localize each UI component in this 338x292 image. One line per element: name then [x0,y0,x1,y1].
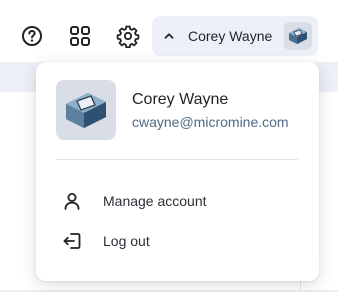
dropdown-user-email: cwayne@micromine.com [132,114,289,130]
logout-icon [60,229,84,253]
block-avatar-icon [66,93,106,128]
user-menu-toggle[interactable]: Corey Wayne [152,16,318,56]
log-out-item[interactable]: Log out [60,227,296,255]
settings-button[interactable] [116,24,140,48]
block-avatar-icon [289,28,307,44]
chevron-up-icon [162,29,176,43]
dropdown-divider [56,159,298,160]
manage-account-label: Manage account [103,193,207,209]
log-out-label: Log out [103,233,150,249]
help-circle-icon [22,26,42,46]
avatar-large [56,80,116,140]
user-name: Corey Wayne [188,28,273,44]
account-dropdown: Corey Wayne cwayne@micromine.com Manage … [36,62,319,281]
help-button[interactable] [20,24,44,48]
apps-grid-icon [70,26,90,46]
gear-icon [116,25,140,48]
apps-button[interactable] [68,24,92,48]
dropdown-user-name: Corey Wayne [132,91,229,108]
avatar [284,22,312,50]
person-icon [60,189,84,213]
manage-account-item[interactable]: Manage account [60,187,296,215]
